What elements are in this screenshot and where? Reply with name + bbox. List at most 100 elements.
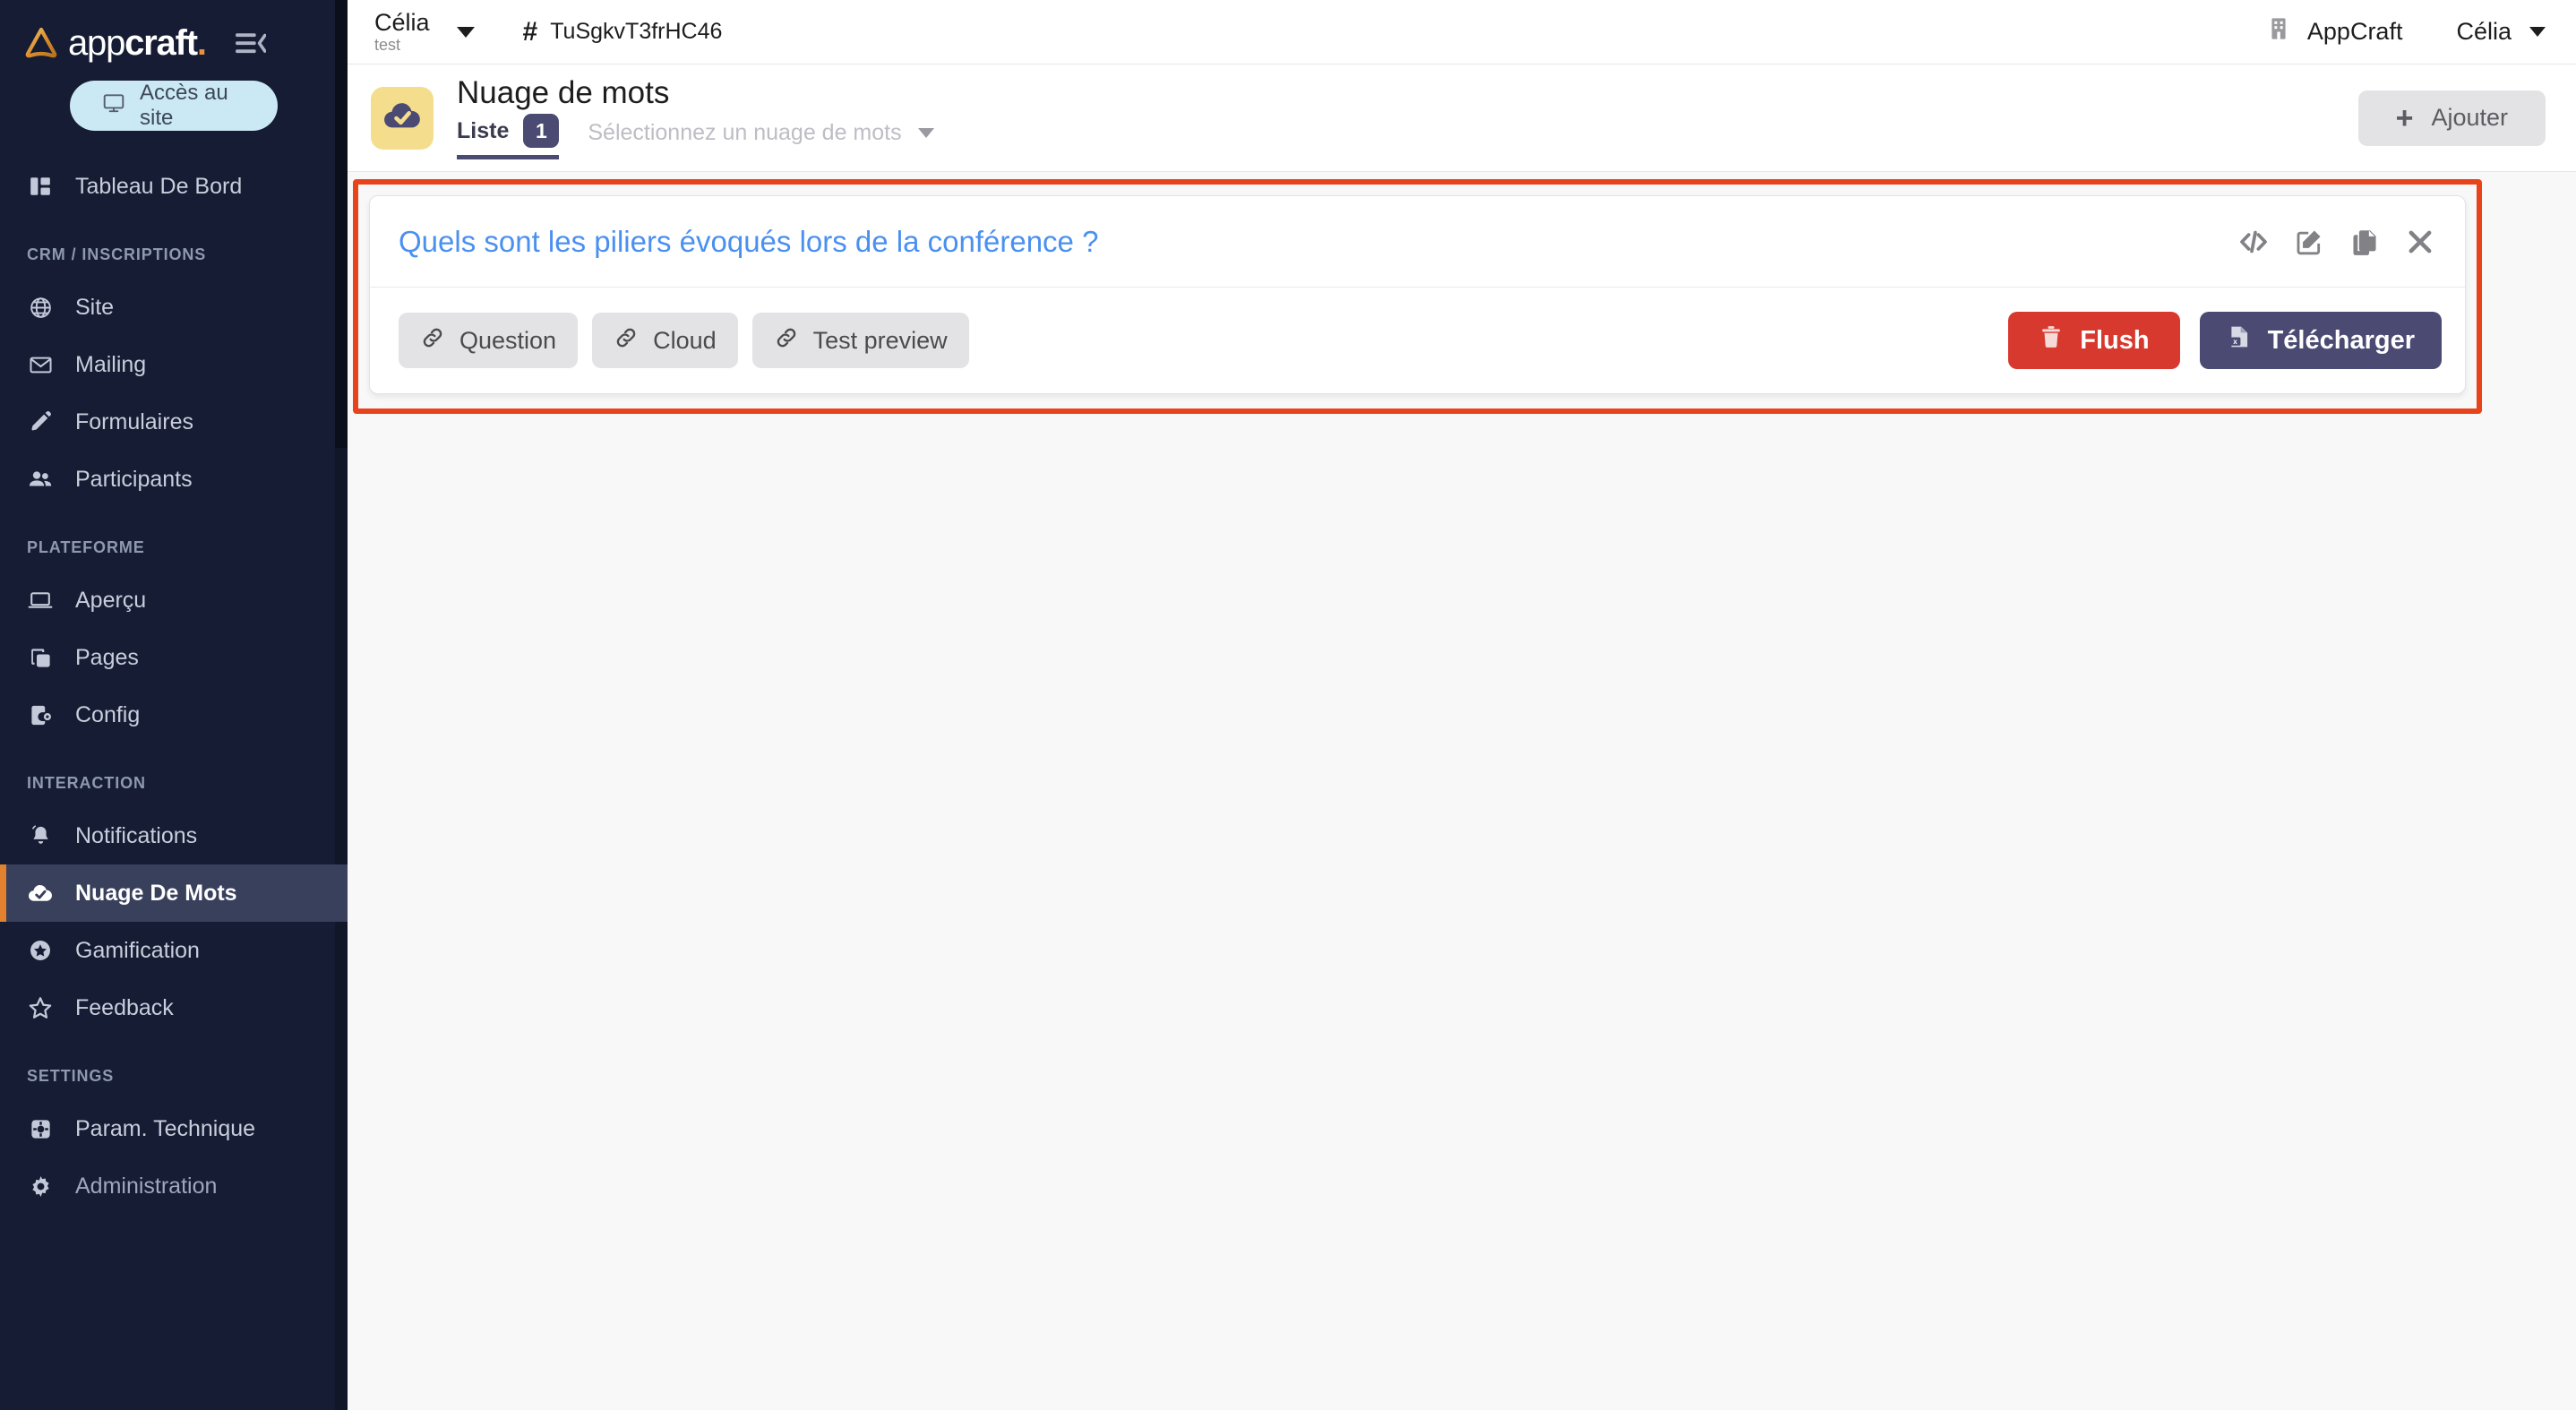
sidebar-item-label: Mailing [75, 351, 147, 377]
plus-icon: + [2395, 100, 2414, 135]
event-code-value: TuSgkvT3frHC46 [550, 19, 723, 44]
sidebar-item-participants[interactable]: Participants [0, 451, 348, 508]
access-site-wrap: Accès au site [0, 66, 348, 131]
sidebar-item-apercu[interactable]: Aperçu [0, 572, 348, 629]
cloud-check-icon [382, 95, 423, 141]
topbar: Célia test # TuSgkvT3frHC46 AppCraft Cél… [348, 0, 2576, 64]
page-app-icon [371, 86, 434, 150]
user-menu[interactable]: Célia [2456, 18, 2546, 46]
event-selector[interactable]: Célia test [374, 10, 430, 53]
access-site-label: Accès au site [140, 81, 228, 130]
tab-liste[interactable]: Liste 1 [457, 114, 560, 160]
mail-icon [27, 351, 54, 378]
tab-count-badge: 1 [523, 114, 560, 149]
link-button-label: Question [459, 326, 557, 354]
page-header: Nuage de mots Liste 1 Sélectionnez un nu… [348, 64, 2576, 172]
link-icon [420, 325, 445, 357]
sidebar: app craft. Accès au site Tableau De Bord… [0, 0, 348, 1410]
sidebar-item-formulaires[interactable]: Formulaires [0, 393, 348, 451]
star-circle-icon [27, 937, 54, 964]
sidebar-item-tableau-de-bord[interactable]: Tableau De Bord [0, 158, 348, 215]
settings-square-icon [27, 1115, 54, 1142]
content-area: Quels sont les piliers évoqués lors de l… [348, 172, 2576, 1410]
org-selector[interactable]: AppCraft [2266, 16, 2403, 47]
svg-text:x: x [2233, 338, 2237, 346]
sidebar-item-mailing[interactable]: Mailing [0, 336, 348, 393]
user-name: Célia [2456, 18, 2512, 45]
page-header-texts: Nuage de mots Liste 1 Sélectionnez un nu… [457, 75, 934, 160]
wordcloud-select[interactable]: Sélectionnez un nuage de mots [588, 120, 934, 153]
link-button-label: Cloud [653, 326, 717, 354]
building-icon [2266, 16, 2291, 47]
card-header: Quels sont les piliers évoqués lors de l… [370, 196, 2465, 288]
sidebar-item-param-technique[interactable]: Param. Technique [0, 1100, 348, 1157]
cloud-check-icon [27, 880, 54, 907]
download-button-label: Télécharger [2267, 325, 2415, 355]
card-body: Question Cloud Test preview Flush x Télé… [370, 288, 2465, 393]
sidebar-section-settings: SETTINGS [27, 1067, 115, 1085]
download-button[interactable]: x Télécharger [2199, 312, 2442, 369]
sidebar-item-config[interactable]: Config [0, 686, 348, 744]
add-button[interactable]: + Ajouter [2357, 90, 2546, 146]
page-tabs: Liste 1 Sélectionnez un nuage de mots [457, 114, 934, 160]
sidebar-item-label: Administration [75, 1173, 218, 1199]
event-dropdown-toggle[interactable] [450, 20, 482, 45]
sidebar-section-crm: CRM / INSCRIPTIONS [27, 245, 207, 263]
main-area: Célia test # TuSgkvT3frHC46 AppCraft Cél… [348, 0, 2576, 1410]
link-button-label: Test preview [812, 326, 948, 354]
link-icon [614, 325, 639, 357]
flush-button[interactable]: Flush [2008, 312, 2180, 369]
sidebar-item-label: Tableau De Bord [75, 173, 243, 199]
code-icon[interactable] [2236, 224, 2271, 260]
dashboard-icon [27, 173, 54, 200]
chevron-down-icon [917, 128, 934, 139]
edit-icon[interactable] [2291, 224, 2327, 260]
wordcloud-card: Quels sont les piliers évoqués lors de l… [369, 195, 2466, 394]
link-button-cloud[interactable]: Cloud [592, 313, 738, 368]
pencil-icon [27, 408, 54, 435]
star-outline-icon [27, 994, 54, 1021]
wordcloud-select-label: Sélectionnez un nuage de mots [588, 120, 902, 146]
event-subtitle: test [374, 35, 401, 54]
sidebar-item-label: Config [75, 701, 141, 727]
sidebar-item-label: Formulaires [75, 408, 193, 434]
sidebar-item-label: Aperçu [75, 587, 147, 613]
sidebar-item-label: Notifications [75, 822, 198, 848]
chevron-down-icon [2529, 27, 2546, 37]
tab-label: Liste [457, 117, 510, 143]
link-button-question[interactable]: Question [399, 313, 579, 368]
collapse-sidebar-icon[interactable] [231, 28, 270, 58]
org-name: AppCraft [2306, 18, 2403, 45]
card-header-actions [2236, 224, 2438, 260]
sidebar-nav: Tableau De Bord CRM / INSCRIPTIONS Site [0, 158, 348, 1410]
close-icon[interactable] [2402, 224, 2438, 260]
brand-light: app [68, 23, 125, 63]
gear-icon [27, 1173, 54, 1199]
trash-icon [2039, 324, 2064, 357]
sidebar-brand: app craft. [0, 0, 348, 66]
sidebar-item-site[interactable]: Site [0, 279, 348, 336]
sidebar-item-notifications[interactable]: Notifications [0, 807, 348, 864]
sidebar-item-label: Site [75, 294, 115, 320]
brand-bold: craft [125, 23, 198, 63]
sidebar-item-label: Nuage De Mots [75, 880, 237, 906]
appcraft-triangle-logo-icon [23, 25, 59, 61]
sidebar-item-label: Pages [75, 644, 139, 670]
excel-file-icon: x [2227, 324, 2252, 357]
brand-dot: . [196, 23, 207, 63]
sidebar-section-interaction: INTERACTION [27, 774, 146, 792]
hash-icon: # [522, 16, 538, 47]
sidebar-item-administration[interactable]: Administration [0, 1157, 348, 1215]
event-code[interactable]: # TuSgkvT3frHC46 [523, 17, 723, 47]
sidebar-item-pages[interactable]: Pages [0, 629, 348, 686]
sidebar-item-label: Feedback [75, 994, 174, 1020]
add-button-label: Ajouter [2431, 104, 2508, 131]
link-button-test-preview[interactable]: Test preview [751, 313, 969, 368]
sidebar-item-nuage-de-mots[interactable]: Nuage De Mots [0, 864, 348, 922]
sidebar-item-feedback[interactable]: Feedback [0, 979, 348, 1036]
access-site-button[interactable]: Accès au site [70, 81, 278, 131]
sidebar-item-gamification[interactable]: Gamification [0, 922, 348, 979]
copy-icon[interactable] [2347, 224, 2383, 260]
monitor-icon [102, 91, 125, 121]
question-title[interactable]: Quels sont les piliers évoqués lors de l… [399, 225, 1098, 259]
